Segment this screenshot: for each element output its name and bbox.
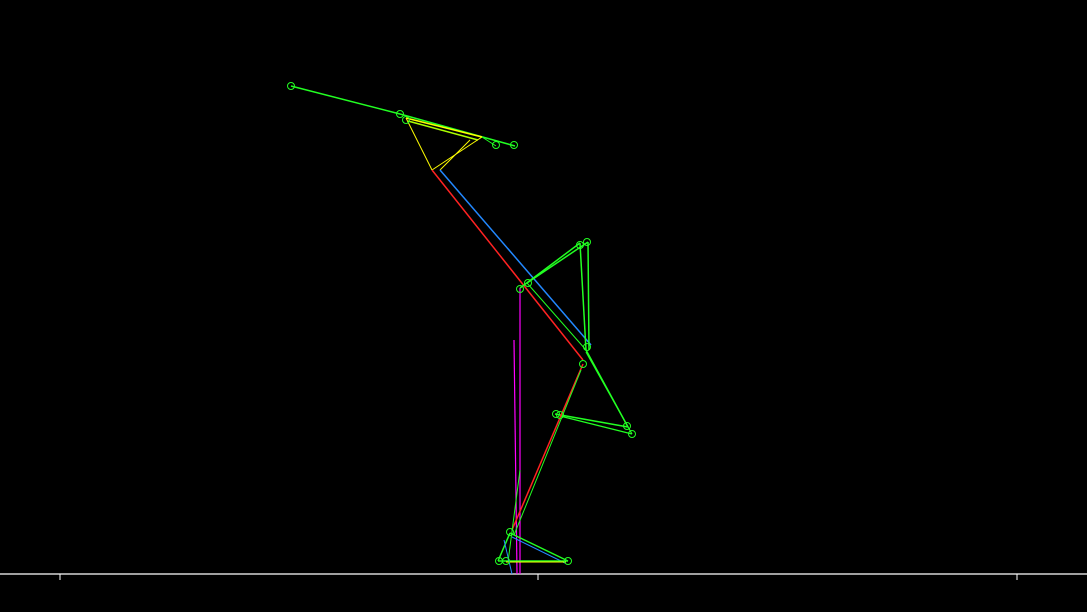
upper-segment [439, 139, 471, 171]
arm-segment [587, 241, 590, 351]
thigh-segment [585, 351, 633, 435]
skeleton-segments [290, 85, 633, 575]
scene-canvas[interactable] [0, 0, 1087, 612]
shin-segment [559, 415, 633, 435]
lower-leg-green [513, 369, 582, 536]
trunk-blue-segment [439, 169, 592, 346]
trunk-red-segment [431, 169, 584, 361]
simulation-viewport[interactable] [0, 0, 1087, 612]
arm-segment [526, 282, 587, 351]
foot-segment [509, 532, 569, 562]
ground-line [0, 573, 1087, 580]
head-segment [290, 85, 401, 115]
upper-segment [405, 117, 483, 138]
foot-segment [503, 539, 513, 575]
shin-segment [554, 413, 629, 428]
upper-segment [407, 120, 479, 141]
lower-leg-red [511, 363, 584, 531]
skeleton-joints [287, 82, 636, 565]
joint-shoulder[interactable] [402, 116, 410, 124]
